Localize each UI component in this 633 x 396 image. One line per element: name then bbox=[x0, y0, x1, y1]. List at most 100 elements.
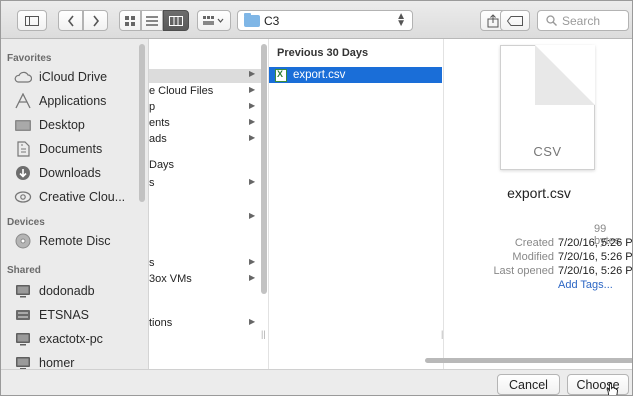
nas-icon bbox=[13, 307, 33, 323]
hand-cursor-icon bbox=[606, 383, 618, 395]
choose-button[interactable]: Choose bbox=[567, 374, 629, 395]
forward-button[interactable] bbox=[83, 10, 108, 31]
last-opened-value: 7/20/16, 5:26 PM bbox=[558, 265, 633, 277]
sidebar-icon bbox=[25, 15, 39, 26]
add-tags-link[interactable]: Add Tags... bbox=[558, 279, 613, 291]
applications-icon bbox=[13, 93, 33, 109]
horizontal-scrollbar[interactable] bbox=[425, 358, 632, 363]
sidebar-scrollbar[interactable] bbox=[139, 44, 145, 202]
list-view-icon bbox=[146, 15, 158, 26]
column-row[interactable]: s ▶ bbox=[149, 257, 261, 271]
disclosure-arrow-icon: ▶ bbox=[249, 101, 256, 110]
search-icon bbox=[546, 15, 557, 26]
disclosure-arrow-icon: ▶ bbox=[249, 85, 256, 94]
row-label: ads bbox=[149, 133, 167, 145]
page-fold bbox=[535, 45, 595, 105]
column-row[interactable]: p ▶ bbox=[149, 101, 261, 115]
icon-view-icon bbox=[125, 15, 135, 26]
modified-value: 7/20/16, 5:26 PM bbox=[558, 251, 633, 263]
sidebar-item-label: iCloud Drive bbox=[39, 70, 108, 84]
arrange-button[interactable] bbox=[197, 10, 231, 31]
row-label: e Cloud Files bbox=[149, 85, 214, 97]
modified-label: Modified bbox=[512, 251, 554, 263]
icon-view-button[interactable] bbox=[119, 10, 141, 31]
sidebar-item-etsnas[interactable]: ETSNAS bbox=[13, 305, 89, 325]
favorites-header: Favorites bbox=[7, 53, 52, 64]
share-icon bbox=[487, 13, 499, 27]
search-placeholder: Search bbox=[562, 13, 601, 28]
sidebar-item-label: Creative Clou... bbox=[39, 190, 126, 204]
sidebar-item-label: dodonadb bbox=[39, 284, 95, 298]
path-folder-label: C3 bbox=[264, 13, 280, 28]
row-label: s bbox=[149, 257, 155, 269]
sidebar-item-label: Applications bbox=[39, 94, 107, 108]
downloads-icon bbox=[13, 165, 33, 181]
column-1-scrollbar[interactable] bbox=[261, 44, 267, 294]
disclosure-arrow-icon: ▶ bbox=[249, 117, 256, 126]
back-button[interactable] bbox=[58, 10, 83, 31]
sidebar-item-label: ETSNAS bbox=[39, 308, 90, 322]
column-row[interactable]: tions ▶ bbox=[149, 317, 261, 331]
cancel-button[interactable]: Cancel bbox=[497, 374, 560, 395]
toolbar: C3 ▲ ▼ Search bbox=[1, 1, 632, 39]
sidebar-item-homer[interactable]: homer bbox=[13, 353, 74, 369]
chevron-right-icon bbox=[92, 15, 99, 26]
column-row[interactable]: ads ▶ bbox=[149, 133, 261, 147]
sidebar-item-desktop[interactable]: Desktop bbox=[13, 115, 85, 135]
path-popup[interactable]: C3 ▲ ▼ bbox=[237, 10, 413, 31]
column-resize-handle[interactable]: || bbox=[261, 329, 266, 339]
disclosure-arrow-icon: ▶ bbox=[249, 211, 256, 220]
spreadsheet-file-icon bbox=[275, 68, 287, 82]
sidebar-item-label: Remote Disc bbox=[39, 234, 111, 248]
shared-header: Shared bbox=[7, 265, 41, 276]
sidebar-item-icloud-drive[interactable]: iCloud Drive bbox=[13, 67, 107, 87]
disclosure-arrow-icon: ▶ bbox=[249, 133, 256, 142]
row-label: tions bbox=[149, 317, 173, 329]
column-view-button[interactable] bbox=[163, 10, 189, 31]
browser-column-1: ▶ e Cloud Files ▶ p ▶ ents ▶ ads ▶ Days s ▶ ▶… bbox=[149, 39, 269, 369]
column-row[interactable]: e Cloud Files ▶ bbox=[149, 85, 261, 99]
arrange-icon bbox=[203, 15, 224, 25]
preview-file-name: export.csv bbox=[507, 185, 571, 201]
file-row-selected[interactable]: export.csv bbox=[269, 67, 442, 83]
sidebar-item-label: exactotx-pc bbox=[39, 332, 103, 346]
file-name: export.csv bbox=[293, 69, 346, 81]
creative-cloud-icon bbox=[13, 189, 33, 205]
row-label: p bbox=[149, 101, 156, 113]
row-label: Days bbox=[149, 159, 175, 171]
sidebar-item-exactotx-pc[interactable]: exactotx-pc bbox=[13, 329, 103, 349]
disclosure-arrow-icon: ▶ bbox=[249, 177, 256, 186]
sidebar-item-dodonadb[interactable]: dodonadb bbox=[13, 281, 95, 301]
row-label: 3ox VMs bbox=[149, 273, 192, 285]
file-extension-label: CSV bbox=[533, 144, 562, 159]
sidebar-item-documents[interactable]: Documents bbox=[13, 139, 102, 159]
chevron-left-icon bbox=[67, 15, 74, 26]
tag-button[interactable] bbox=[500, 10, 530, 31]
column-row[interactable]: ▶ bbox=[149, 69, 261, 83]
documents-icon bbox=[13, 141, 33, 157]
column-row[interactable]: Days bbox=[149, 159, 261, 173]
sidebar-item-downloads[interactable]: Downloads bbox=[13, 163, 101, 183]
sidebar-item-creative-cloud[interactable]: Creative Clou... bbox=[13, 187, 125, 207]
list-view-button[interactable] bbox=[141, 10, 163, 31]
sidebar-item-label: homer bbox=[39, 356, 75, 369]
column-row[interactable]: ▶ bbox=[149, 211, 261, 225]
tag-icon bbox=[507, 15, 523, 26]
preview-pane: CSV export.csv 99 bytes Created 7/20/16,… bbox=[444, 39, 633, 369]
disclosure-arrow-icon: ▶ bbox=[249, 273, 256, 282]
search-field[interactable]: Search bbox=[537, 10, 629, 31]
desktop-icon bbox=[13, 117, 33, 133]
column-row[interactable]: s ▶ bbox=[149, 177, 261, 191]
created-value: 7/20/16, 5:26 PM bbox=[558, 237, 633, 249]
dialog-button-bar: Cancel Choose bbox=[1, 369, 632, 395]
sidebar-item-label: Desktop bbox=[39, 118, 85, 132]
sidebar-item-applications[interactable]: Applications bbox=[13, 91, 106, 111]
updown-arrows-icon: ▲ ▼ bbox=[396, 11, 406, 29]
column-row[interactable]: ents ▶ bbox=[149, 117, 261, 131]
sidebar-item-remote-disc[interactable]: Remote Disc bbox=[13, 231, 111, 251]
last-opened-label: Last opened bbox=[493, 265, 554, 277]
column-row[interactable]: 3ox VMs ▶ bbox=[149, 273, 261, 287]
sidebar-toggle-button[interactable] bbox=[17, 10, 47, 31]
computer-icon bbox=[13, 331, 33, 347]
computer-icon bbox=[13, 355, 33, 369]
